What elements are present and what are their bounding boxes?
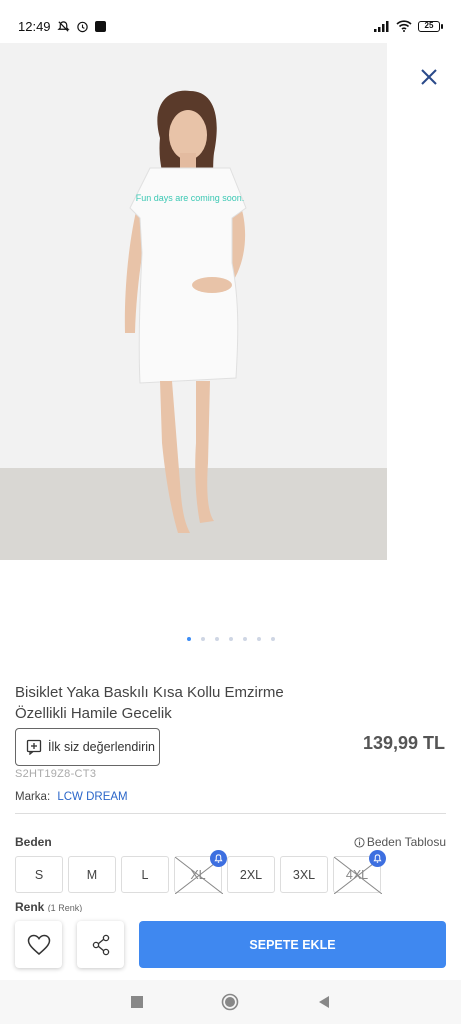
notify-bell-badge[interactable]	[369, 850, 386, 867]
status-left: 12:49	[18, 19, 106, 34]
brand-link[interactable]: LCW DREAM	[57, 791, 127, 803]
action-bar: SEPETE EKLE	[0, 912, 461, 980]
square-icon	[130, 996, 143, 1008]
favorite-button[interactable]	[15, 921, 62, 968]
bell-icon	[373, 854, 382, 863]
nav-home-button[interactable]	[218, 990, 242, 1014]
heart-icon	[27, 934, 50, 955]
gallery-dot[interactable]	[228, 637, 233, 641]
status-right: 25	[374, 20, 443, 32]
back-triangle-icon	[319, 996, 330, 1008]
size-option-label: L	[141, 867, 149, 882]
battery-level: 25	[418, 20, 440, 32]
battery-icon: 25	[418, 20, 443, 32]
gallery-dot[interactable]	[270, 637, 275, 641]
size-table-label: Beden Tablosu	[366, 835, 446, 849]
size-label: Beden	[15, 835, 52, 849]
nav-recents-button[interactable]	[125, 990, 149, 1014]
brand-row: Marka: LCW DREAM	[15, 791, 128, 803]
size-option-label: 2XL	[239, 867, 263, 882]
signal-icon	[374, 20, 389, 32]
product-image[interactable]: Fun days are coming soon.	[0, 43, 387, 560]
mute-icon	[56, 20, 70, 32]
review-button[interactable]: İlk siz değerlendirin	[15, 728, 160, 766]
product-price: 139,99 TL	[362, 733, 445, 753]
review-button-label: İlk siz değerlendirin	[48, 740, 155, 754]
circle-icon	[222, 993, 239, 1011]
brand-label: Marka:	[15, 791, 51, 803]
alarm-icon	[76, 21, 88, 32]
add-review-icon	[26, 739, 42, 755]
notify-bell-badge[interactable]	[210, 850, 227, 867]
gallery-dot[interactable]	[186, 637, 191, 641]
nav-back-button[interactable]	[312, 990, 336, 1014]
size-option-l[interactable]: L	[121, 856, 169, 893]
close-button[interactable]	[414, 62, 444, 92]
gallery-dot[interactable]	[214, 637, 219, 641]
size-option-s[interactable]: S	[15, 856, 63, 893]
system-nav-bar	[0, 980, 461, 1024]
gallery-dot[interactable]	[200, 637, 205, 641]
gallery-dot[interactable]	[242, 637, 247, 641]
size-option-label: S	[34, 867, 44, 882]
size-option-label: M	[86, 867, 98, 882]
add-to-cart-button[interactable]: SEPETE EKLE	[139, 921, 446, 968]
info-icon	[354, 836, 365, 848]
size-option-label: 3XL	[292, 867, 316, 882]
share-button[interactable]	[77, 921, 124, 968]
product-photo: Fun days are coming soon.	[0, 43, 387, 560]
size-option-3xl[interactable]: 3XL	[280, 856, 328, 893]
gallery-dots	[0, 637, 461, 641]
size-options: S M L XL 2XL 3XL 4XL	[15, 850, 386, 894]
divider	[15, 813, 446, 814]
status-time: 12:49	[18, 18, 51, 34]
close-icon	[421, 69, 437, 85]
notification-icon	[94, 20, 106, 32]
size-option-2xl[interactable]: 2XL	[227, 856, 275, 893]
share-icon	[92, 934, 109, 955]
size-option-m[interactable]: M	[68, 856, 116, 893]
size-table-link[interactable]: Beden Tablosu	[354, 835, 446, 849]
gallery-dot[interactable]	[256, 637, 261, 641]
shirt-print-text: Fun days are coming soon.	[136, 193, 245, 203]
wifi-icon	[396, 20, 412, 32]
size-option-4xl[interactable]: 4XL	[333, 850, 386, 894]
product-sku: S2HT19Z8-CT3	[15, 768, 97, 780]
bell-icon	[214, 854, 223, 863]
size-option-xl[interactable]: XL	[174, 850, 227, 894]
product-title: Bisiklet Yaka Baskılı Kısa Kollu Emzirme…	[15, 684, 284, 722]
